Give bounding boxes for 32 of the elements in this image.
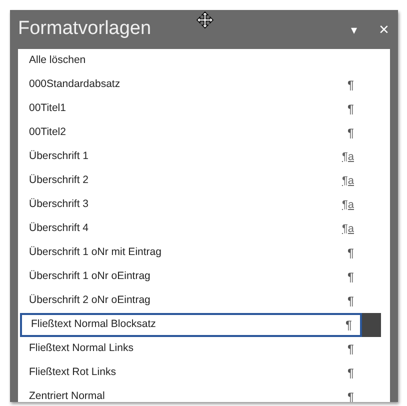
paragraph-style-symbol: ¶: [348, 293, 354, 310]
pane-title: Formatvorlagen: [18, 17, 152, 42]
style-item[interactable]: Überschrift 3 ¶a: [20, 193, 362, 217]
style-item[interactable]: 000Standardabsatz ¶: [20, 73, 362, 97]
paragraph-style-symbol: ¶: [348, 77, 354, 94]
style-item[interactable]: Überschrift 4 ¶a: [20, 217, 362, 241]
paragraph-style-symbol: ¶: [348, 269, 354, 286]
move-cursor-icon: [196, 11, 214, 29]
style-item[interactable]: 00Titel2 ¶: [20, 121, 362, 145]
style-menu-button[interactable]: [362, 313, 381, 337]
style-item[interactable]: Alle löschen: [20, 49, 362, 73]
style-item[interactable]: Fließtext Normal Blocksatz ¶: [20, 313, 362, 337]
paragraph-style-symbol: ¶: [346, 317, 352, 334]
style-item[interactable]: Überschrift 1 oNr mit Eintrag ¶: [20, 241, 362, 265]
style-item[interactable]: 00Titel1 ¶: [20, 97, 362, 121]
linked-style-symbol: ¶a: [342, 198, 354, 213]
linked-style-symbol: ¶a: [342, 150, 354, 165]
style-item[interactable]: Überschrift 2 ¶a: [20, 169, 362, 193]
pane-options-button[interactable]: ▾: [344, 20, 364, 38]
style-item[interactable]: Fließtext Rot Links ¶: [20, 361, 362, 385]
style-item[interactable]: Fließtext Normal Links ¶: [20, 337, 362, 361]
paragraph-style-symbol: ¶: [348, 365, 354, 382]
linked-style-symbol: ¶a: [342, 222, 354, 237]
paragraph-style-symbol: ¶: [348, 245, 354, 262]
style-item[interactable]: Überschrift 1 ¶a: [20, 145, 362, 169]
style-item[interactable]: Überschrift 2 oNr oEintrag ¶: [20, 289, 362, 313]
linked-style-symbol: ¶a: [342, 174, 354, 189]
paragraph-style-symbol: ¶: [348, 125, 354, 142]
paragraph-style-symbol: ¶: [348, 341, 354, 358]
paragraph-style-symbol: ¶: [348, 101, 354, 118]
style-item[interactable]: Überschrift 1 oNr oEintrag ¶: [20, 265, 362, 289]
close-button[interactable]: ×: [376, 16, 392, 42]
